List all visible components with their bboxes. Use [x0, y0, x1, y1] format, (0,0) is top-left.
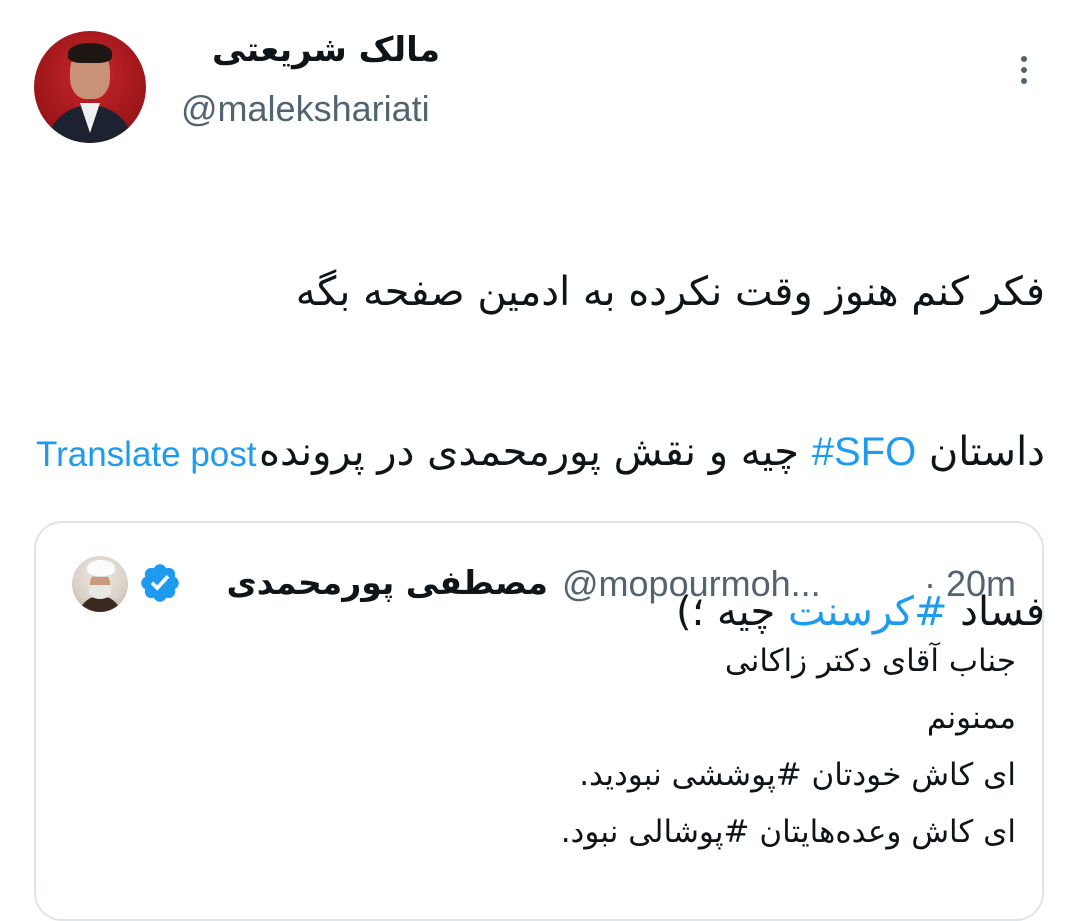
quoted-post-card[interactable]: مصطفی پورمحمدی @mopourmoh... · 20m جناب …	[34, 521, 1044, 921]
quoted-post-line: جناب آقای دکتر زاکانی	[724, 643, 1016, 679]
post-text-segment: فکر کنم هنوز وقت نکرده به ادمین صفحه بگه	[295, 269, 1045, 315]
author-avatar[interactable]	[34, 31, 146, 143]
quoted-post-time[interactable]: 20m	[946, 561, 1016, 607]
post-text-segment: داستان	[916, 429, 1045, 475]
more-vertical-icon[interactable]	[1012, 56, 1036, 96]
quoted-post-line: ممنونم	[926, 700, 1016, 736]
post-line: فکر کنم هنوز وقت نکرده به ادمین صفحه بگه	[60, 252, 1045, 332]
author-display-name[interactable]: مالک شریعتی	[180, 28, 440, 72]
translate-post-link[interactable]: Translate post	[36, 432, 256, 478]
quoted-post-line: ای کاش وعده‌هایتان #پوشالی نبود.	[560, 814, 1016, 850]
quoted-author-display-name[interactable]: مصطفی پورمحمدی	[216, 559, 548, 607]
quoted-post-line: ای کاش خودتان #پوششی نبودید.	[579, 757, 1016, 793]
quoted-author-avatar[interactable]	[72, 556, 128, 612]
meta-separator: ·	[924, 563, 936, 604]
quoted-post-text: جناب آقای دکتر زاکانی ممنونم ای کاش خودت…	[76, 633, 1016, 861]
quoted-author-handle[interactable]: @mopourmoh...	[562, 561, 821, 607]
hashtag-link[interactable]: #SFO	[812, 430, 916, 474]
post-text-segment: چیه و نقش پورمحمدی در پرونده	[258, 429, 812, 475]
author-handle[interactable]: @malekshariati	[181, 86, 430, 132]
verified-badge-icon	[141, 564, 179, 602]
